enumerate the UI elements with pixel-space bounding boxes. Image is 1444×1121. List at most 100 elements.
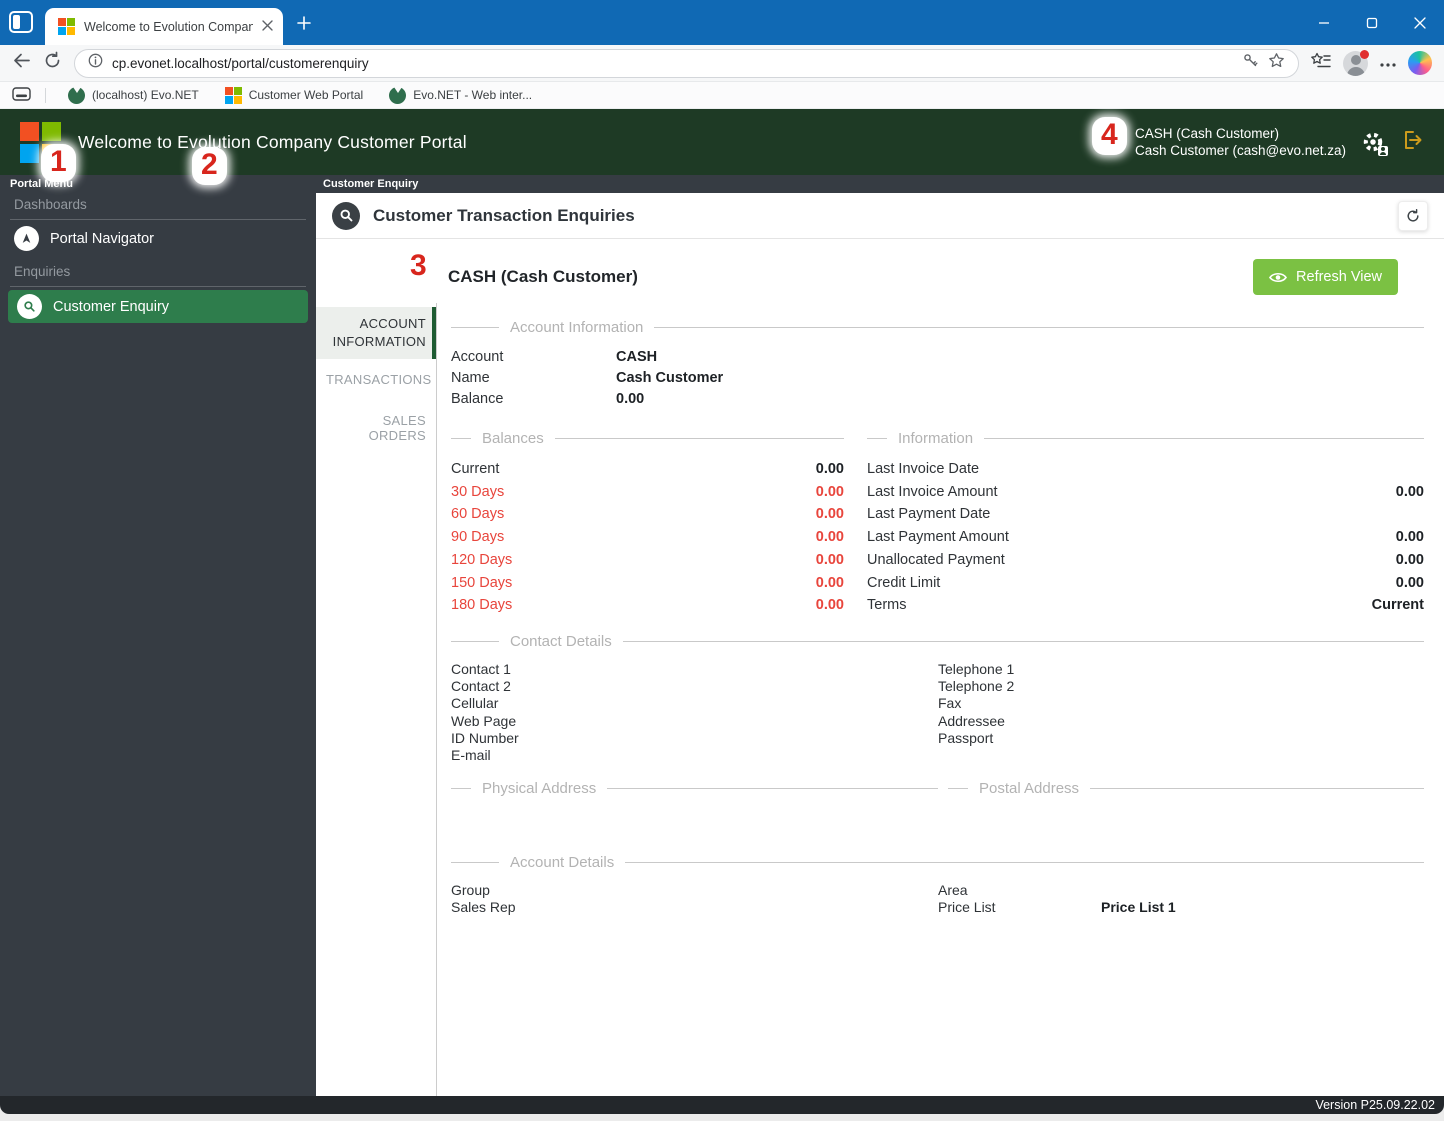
info-row: Terms Current	[867, 597, 1424, 614]
version-footer: Version P25.09.22.02	[0, 1096, 1444, 1114]
sidebar-section-enquiries: Enquiries	[14, 264, 71, 279]
contact-label: Telephone 2	[938, 678, 1015, 695]
page-header: Customer Transaction Enquiries	[316, 193, 1444, 239]
tab-list-icon[interactable]	[9, 11, 33, 33]
divider	[45, 87, 46, 103]
maximize-icon[interactable]	[1348, 0, 1396, 45]
field-row: Account CASH	[451, 349, 658, 365]
balance-row: 60 Days 0.00	[451, 506, 844, 523]
portal-title: Welcome to Evolution Company Customer Po…	[78, 131, 467, 152]
back-icon[interactable]	[12, 51, 31, 75]
annotation-badge-2: 2	[192, 147, 227, 185]
balance-row: 150 Days 0.00	[451, 574, 844, 591]
bookmark-evonet-web[interactable]: Evo.NET - Web inter...	[381, 86, 540, 104]
contact-label: Cellular	[451, 695, 499, 712]
section-legend: Contact Details	[451, 633, 1424, 650]
bookmarks-bar: (localhost) Evo.NET Customer Web Portal …	[0, 82, 1444, 109]
account-details-section: Group Sales Rep Area Price List Price Lis…	[451, 882, 1424, 916]
physical-address-section: Physical Address	[451, 764, 938, 808]
sidebar-panel-icon[interactable]	[12, 86, 31, 104]
section-legend: Account Information	[451, 319, 1424, 336]
contact-label: E-mail	[451, 746, 491, 763]
account-settings-icon[interactable]	[1361, 130, 1388, 156]
contact-label: Telephone 1	[938, 660, 1015, 677]
navigator-arrow-icon	[14, 226, 39, 251]
bookmark-localhost-evonet[interactable]: (localhost) Evo.NET	[60, 86, 207, 104]
user-email: Cash Customer (cash@evo.net.za)	[1134, 143, 1346, 158]
url-text[interactable]: cp.evonet.localhost/portal/customerenqui…	[112, 56, 1233, 71]
panel-caption: Customer Enquiry	[316, 175, 1444, 193]
address-bar[interactable]: cp.evonet.localhost/portal/customerenqui…	[74, 48, 1299, 78]
field-row: Name Cash Customer	[451, 370, 724, 386]
postal-address-section: Postal Address	[948, 764, 1424, 808]
refresh-view-button[interactable]: Refresh View	[1253, 259, 1398, 295]
close-icon[interactable]	[1396, 0, 1444, 45]
info-row: Last Invoice Amount 0.00	[867, 483, 1424, 500]
user-name: CASH (Cash Customer)	[1134, 125, 1279, 141]
sidebar-item-portal-navigator[interactable]: Portal Navigator	[0, 220, 316, 257]
page-title: Customer Transaction Enquiries	[373, 205, 635, 225]
browser-tab[interactable]: Welcome to Evolution Company C	[45, 8, 283, 45]
favorites-list-icon[interactable]	[1311, 52, 1331, 75]
tab-title: Welcome to Evolution Company C	[84, 19, 253, 34]
info-row: Last Invoice Date	[867, 461, 980, 477]
contact-details-section: Contact 1 Contact 2 Cellular Web Page ID…	[451, 661, 1424, 764]
search-icon	[332, 201, 360, 230]
main-panel: Customer Enquiry Customer Transaction En…	[316, 175, 1444, 1096]
user-badge-icon	[1378, 146, 1388, 156]
sidebar-section-dashboards: Dashboards	[14, 197, 87, 212]
bookmark-customer-web-portal[interactable]: Customer Web Portal	[217, 86, 372, 104]
copilot-icon[interactable]	[1408, 51, 1432, 75]
balance-row: 180 Days 0.00	[451, 597, 844, 614]
contact-label: Contact 1	[451, 660, 511, 677]
version-text: Version P25.09.22.02	[1315, 1098, 1435, 1112]
balance-row: 30 Days 0.00	[451, 483, 844, 500]
portal-icon	[224, 86, 242, 104]
info-row: Credit Limit 0.00	[867, 574, 1424, 591]
site-favicon	[58, 18, 75, 35]
contact-label: Contact 2	[451, 678, 511, 695]
section-legend: Information	[867, 430, 1424, 447]
tab-sales-orders[interactable]: SALES ORDERS	[316, 400, 436, 456]
search-icon	[17, 294, 42, 319]
annotation-badge-1: 1	[41, 144, 76, 182]
customer-heading: CASH (Cash Customer)	[448, 267, 638, 286]
evolution-icon	[68, 86, 85, 104]
field-row: Area	[938, 882, 968, 899]
section-legend: Account Details	[451, 854, 1424, 871]
more-menu-icon[interactable]	[1380, 54, 1396, 72]
account-information-panel: Account Information Account CASH Name Cash…	[437, 303, 1444, 1096]
tab-transactions[interactable]: TRANSACTIONS	[316, 359, 436, 400]
notification-dot	[1360, 49, 1369, 59]
minimize-icon[interactable]	[1300, 0, 1348, 45]
field-row: Sales Rep	[451, 899, 516, 916]
balance-row: 120 Days 0.00	[451, 551, 844, 568]
enquiry-tabs: ACCOUNT INFORMATION TRANSACTIONS SALES O…	[316, 303, 437, 1096]
logout-icon[interactable]	[1400, 128, 1424, 157]
site-info-icon[interactable]	[88, 53, 103, 73]
contact-label: ID Number	[451, 729, 519, 746]
profile-avatar[interactable]	[1343, 49, 1369, 76]
field-row: Price List Price List 1	[938, 899, 1176, 916]
annotation-badge-3: 3	[401, 248, 436, 286]
sidebar-item-customer-enquiry[interactable]: Customer Enquiry	[8, 290, 308, 323]
tab-close-icon[interactable]	[262, 18, 273, 36]
contact-label: Addressee	[938, 712, 1005, 729]
customer-heading-row: CASH (Cash Customer) Refresh View	[316, 239, 1444, 303]
sync-button[interactable]	[1398, 200, 1428, 231]
password-key-icon[interactable]	[1242, 52, 1259, 74]
section-legend: Physical Address	[451, 780, 938, 797]
tab-account-information[interactable]: ACCOUNT INFORMATION	[316, 307, 436, 359]
favorite-star-icon[interactable]	[1268, 52, 1285, 74]
balance-row: Current 0.00	[451, 461, 844, 477]
refresh-icon[interactable]	[43, 51, 62, 75]
info-row: Last Payment Date	[867, 506, 991, 523]
divider	[10, 286, 306, 287]
contact-label: Fax	[938, 695, 962, 712]
field-row: Group	[451, 882, 490, 899]
information-section: Information Last Invoice Date Last Invoi…	[867, 414, 1424, 617]
browser-titlebar: Welcome to Evolution Company C	[0, 0, 1444, 45]
new-tab-icon[interactable]	[293, 12, 315, 34]
browser-toolbar: cp.evonet.localhost/portal/customerenqui…	[0, 45, 1444, 82]
balance-row: 90 Days 0.00	[451, 529, 844, 546]
